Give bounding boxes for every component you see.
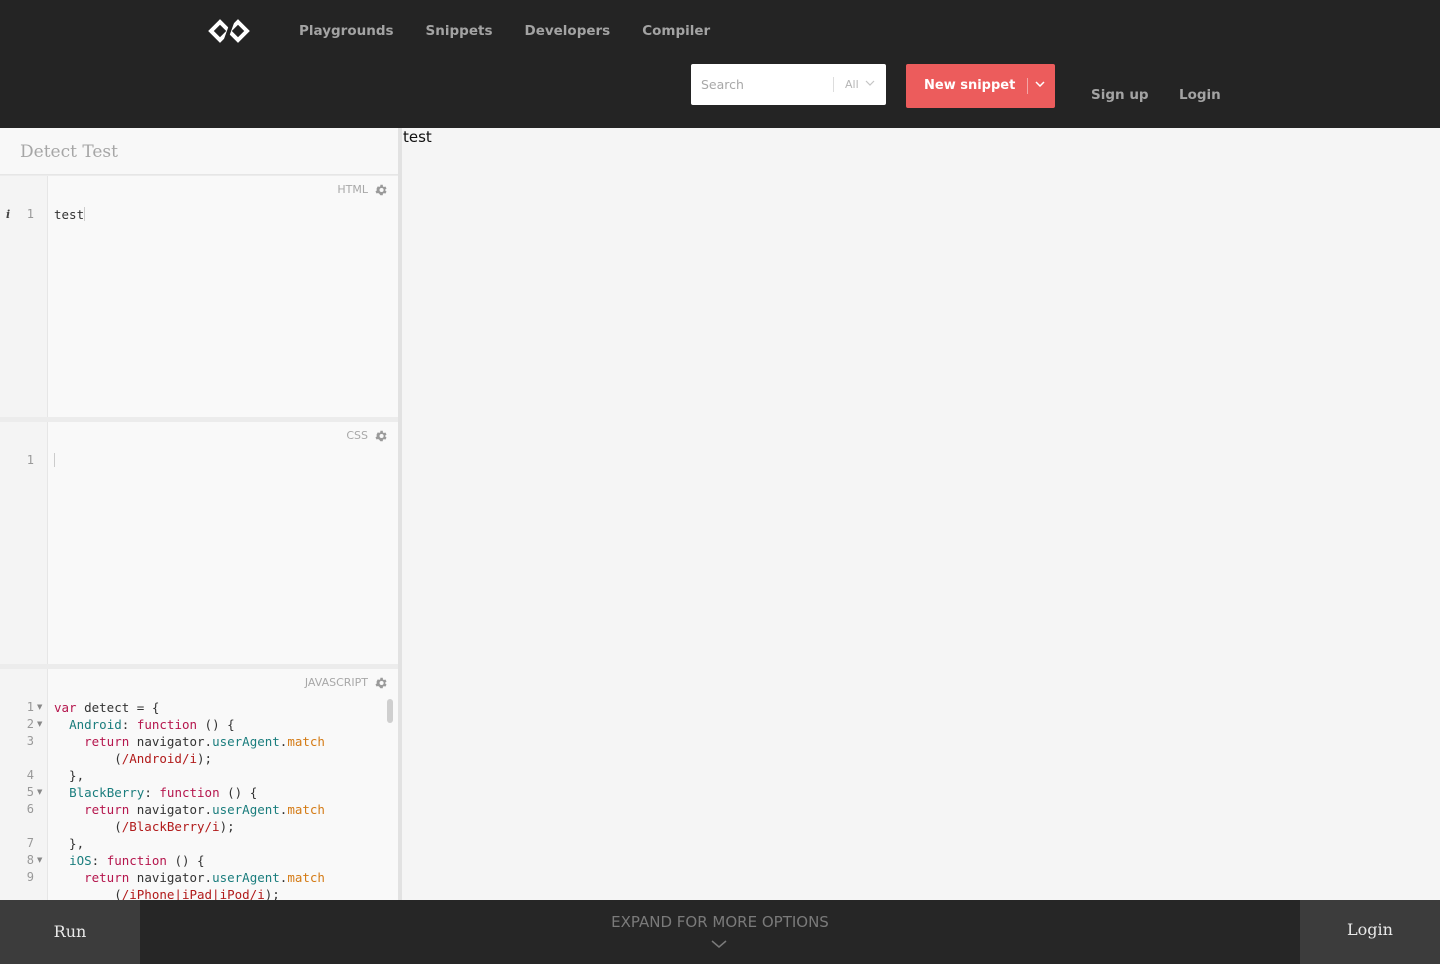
line-number: 1 [26,207,34,221]
search-box: All [691,64,886,105]
html-code-text: test [54,207,85,222]
top-navbar: Playgrounds Snippets Developers Compiler… [0,0,1440,128]
fold-arrow-icon[interactable]: ▼ [37,699,45,716]
text-cursor [84,207,86,221]
text-cursor [54,453,55,467]
chevron-down-icon[interactable] [711,940,727,948]
line-number: 4 [26,768,34,782]
line-number: 1 [26,700,34,714]
nav-playgrounds[interactable]: Playgrounds [299,22,394,40]
fold-arrow-icon[interactable]: ▼ [37,784,45,801]
new-snippet-button[interactable]: New snippet [906,64,1055,108]
logo-icon[interactable] [207,18,251,44]
js-editor-panel[interactable]: JAVASCRIPT 1 ▼ 2 ▼ 3 4 5 ▼ 6 7 8 ▼ 9 var… [0,669,398,900]
main-nav: Playgrounds Snippets Developers Compiler [299,22,710,40]
login-button[interactable]: Login [1300,900,1440,964]
js-panel-label: JAVASCRIPT [304,676,368,689]
snippet-title[interactable]: Detect Test [20,141,118,163]
chevron-down-icon[interactable] [865,80,875,86]
line-number: 7 [26,836,34,850]
run-button[interactable]: Run [0,900,140,964]
line-number: 3 [26,734,34,748]
editor-column: Detect Test HTML i 1 test CSS 1 JAVASCRI… [0,128,398,900]
nav-compiler[interactable]: Compiler [642,22,710,40]
nav-snippets[interactable]: Snippets [426,22,493,40]
css-code[interactable] [54,452,55,469]
html-code[interactable]: test [54,206,86,223]
gear-icon[interactable] [374,676,388,690]
line-number: 1 [26,453,34,467]
html-editor-panel[interactable]: HTML i 1 test [0,176,398,417]
nav-developers[interactable]: Developers [524,22,610,40]
css-editor-panel[interactable]: CSS 1 [0,422,398,664]
signup-link[interactable]: Sign up [1091,86,1149,104]
js-code[interactable]: var detect = { Android: function () { re… [54,699,325,900]
line-number: 8 [26,853,34,867]
preview-output: test [403,128,432,146]
gear-icon[interactable] [374,429,388,443]
chevron-down-icon[interactable] [1035,81,1045,87]
new-snippet-separator [1027,78,1028,94]
preview-pane: test [402,128,1440,900]
search-separator [833,77,834,92]
html-panel-label: HTML [337,183,368,196]
line-number: 6 [26,802,34,816]
line-number: 2 [26,717,34,731]
expand-options[interactable]: EXPAND FOR MORE OPTIONS [560,913,880,931]
search-filter-dropdown[interactable]: All [845,77,859,92]
snippet-title-bar: Detect Test [0,128,398,175]
gear-icon[interactable] [374,183,388,197]
new-snippet-label: New snippet [924,78,1016,93]
line-number: 5 [26,785,34,799]
login-link[interactable]: Login [1179,86,1221,104]
line-number: 9 [26,870,34,884]
search-input[interactable] [691,64,831,105]
bottom-bar: Run EXPAND FOR MORE OPTIONS Login [0,900,1440,964]
js-scrollbar[interactable] [387,699,393,723]
css-panel-label: CSS [346,429,368,442]
fold-arrow-icon[interactable]: ▼ [37,716,45,733]
fold-arrow-icon[interactable]: ▼ [37,852,45,869]
